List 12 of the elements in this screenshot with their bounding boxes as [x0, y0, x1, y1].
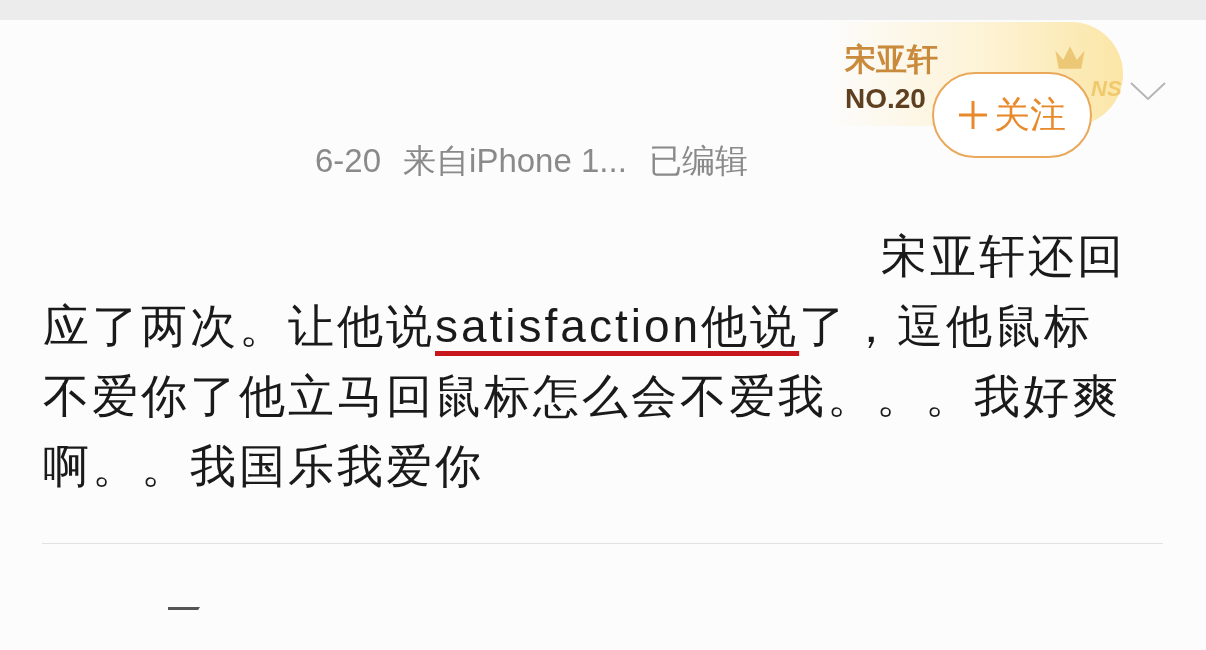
chevron-down-icon[interactable]	[1130, 82, 1166, 101]
follow-button[interactable]: 关注	[932, 72, 1092, 158]
badge-name: 宋亚轩	[845, 44, 938, 75]
badge-rank: NO.20	[845, 85, 926, 113]
post-source: 来自iPhone 1...	[403, 144, 627, 177]
plus-icon	[958, 100, 988, 130]
post-date: 6-20	[315, 144, 382, 177]
dash-mark	[168, 606, 200, 611]
badge-label: NS	[1091, 78, 1122, 100]
crown-icon	[1053, 44, 1087, 71]
post-text: 宋亚轩还回应了两次。让他说satisfaction他说了，逗他鼠标不爱你了他立马回鼠标怎么会不爱我。。。我好爽啊。。我国乐我爱你	[43, 229, 1127, 494]
edited-label: 已编辑	[648, 144, 748, 177]
